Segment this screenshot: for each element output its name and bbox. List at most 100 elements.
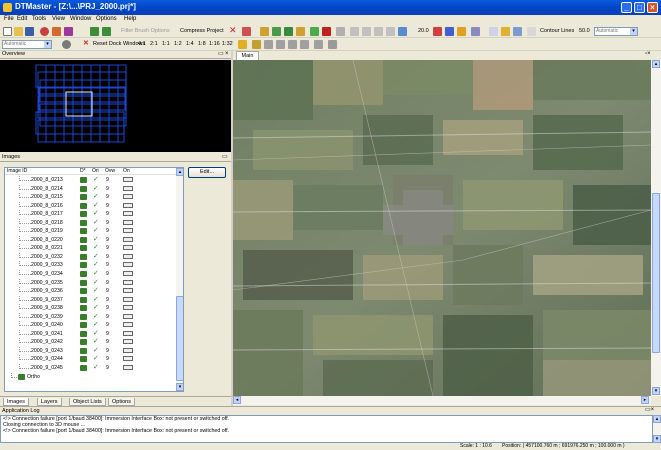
- image-row[interactable]: 2000_8_0220 ✓ 9: [5, 235, 176, 245]
- camera-toggle-icon[interactable]: [123, 339, 133, 345]
- image-row[interactable]: 2000_9_0234 ✓ 9: [5, 270, 176, 279]
- camera-toggle-icon[interactable]: [123, 262, 133, 268]
- magnet-icon[interactable]: [322, 27, 331, 36]
- maximize-button[interactable]: □: [634, 2, 645, 13]
- checkmark-icon[interactable]: ✓: [93, 176, 99, 184]
- col-d[interactable]: D*: [80, 168, 86, 174]
- image-row[interactable]: 2000_9_0238 ✓ 9: [5, 304, 176, 313]
- checkmark-icon[interactable]: ✓: [93, 227, 99, 235]
- checkmark-icon[interactable]: ✓: [93, 193, 99, 201]
- camera-toggle-icon[interactable]: [123, 322, 133, 328]
- camera-toggle-icon[interactable]: [123, 211, 133, 217]
- line-icon[interactable]: [350, 27, 359, 36]
- zoom-window-icon[interactable]: [276, 40, 285, 49]
- overview-canvas[interactable]: [0, 60, 231, 152]
- image-row[interactable]: 2000_8_0221 ✓ 9: [5, 244, 176, 253]
- checkmark-icon[interactable]: ✓: [93, 210, 99, 218]
- checkmark-icon[interactable]: ✓: [93, 355, 99, 363]
- checkmark-icon[interactable]: ✓: [93, 364, 99, 372]
- image-row[interactable]: 2000_9_0245 ✓ 9: [5, 364, 176, 373]
- scale-4-1[interactable]: 4:1: [138, 41, 146, 47]
- menu-options[interactable]: Options: [96, 16, 117, 22]
- menu-window[interactable]: Window: [70, 16, 91, 22]
- camera-toggle-icon[interactable]: [123, 347, 133, 353]
- save-icon[interactable]: [25, 27, 34, 36]
- orthophoto-view[interactable]: [233, 60, 651, 396]
- image-list[interactable]: Image ID D* Ori Ovw On 2000_8_0213 ✓ 9 2000…: [4, 167, 184, 392]
- camera-toggle-icon[interactable]: [123, 219, 133, 225]
- brush-icon[interactable]: [64, 27, 73, 36]
- scale-2-1[interactable]: 2:1: [150, 41, 158, 47]
- grid-icon[interactable]: [242, 27, 251, 36]
- edit-button[interactable]: Edit...: [188, 167, 226, 178]
- camera-toggle-icon[interactable]: [123, 202, 133, 208]
- camera-toggle-icon[interactable]: [123, 228, 133, 234]
- checkmark-icon[interactable]: ✓: [93, 347, 99, 355]
- image-row[interactable]: 2000_9_0235 ✓ 9: [5, 278, 176, 288]
- checkmark-icon[interactable]: ✓: [93, 202, 99, 210]
- vertex-icon[interactable]: [398, 27, 407, 36]
- camera-toggle-icon[interactable]: [123, 236, 133, 242]
- image-row[interactable]: 2000_9_0232 ✓ 9: [5, 252, 176, 262]
- image-row[interactable]: 2000_8_0213 ✓ 9: [5, 176, 176, 185]
- polyline-icon[interactable]: [362, 27, 371, 36]
- image-row[interactable]: 2000_9_0236 ✓ 9: [5, 287, 176, 296]
- float-icon[interactable]: ▭: [218, 51, 224, 58]
- zoom-fit-icon[interactable]: [288, 40, 297, 49]
- image-row[interactable]: 2000_8_0218 ✓ 9: [5, 218, 176, 228]
- zoom-prev-icon[interactable]: [300, 40, 309, 49]
- image-row[interactable]: 2000_9_0240 ✓ 9: [5, 321, 176, 330]
- scroll-thumb[interactable]: [176, 296, 183, 381]
- view-restore-icon[interactable]: ▫×: [645, 51, 651, 58]
- close-panel-icon[interactable]: ▭×: [645, 407, 654, 414]
- measure-icon[interactable]: [386, 27, 395, 36]
- tab-images[interactable]: Images: [3, 398, 30, 406]
- close-button[interactable]: ×: [647, 2, 658, 13]
- image-row[interactable]: 2000_9_0237 ✓ 9: [5, 295, 176, 305]
- filter-brush-options-button[interactable]: Filter Brush Options: [121, 28, 170, 34]
- scroll-down-icon[interactable]: ▾: [652, 387, 660, 395]
- camera-toggle-icon[interactable]: [123, 245, 133, 251]
- redo-icon[interactable]: [52, 27, 61, 36]
- break-line-icon[interactable]: [374, 27, 383, 36]
- image-row[interactable]: 2000_8_0219 ✓ 9: [5, 227, 176, 236]
- image-row[interactable]: 2000_9_0243 ✓ 9: [5, 346, 176, 356]
- scale-1-16[interactable]: 1:16: [209, 41, 220, 47]
- ortho-node[interactable]: Ortho: [5, 372, 176, 382]
- ruler-icon[interactable]: [336, 27, 345, 36]
- map-scroll-track[interactable]: [651, 69, 661, 387]
- scale-1-8[interactable]: 1:8: [198, 41, 206, 47]
- tree-icon[interactable]: [272, 27, 281, 36]
- scroll-up-icon[interactable]: ▴: [176, 168, 183, 176]
- scale-1-1[interactable]: 1:1: [162, 41, 170, 47]
- zoom-out-icon[interactable]: [264, 40, 273, 49]
- application-log[interactable]: <!> Connection failure [port 1/baud 3840…: [0, 415, 653, 443]
- contour-icon[interactable]: [527, 27, 536, 36]
- menu-help[interactable]: Help: [124, 16, 136, 22]
- camera-toggle-icon[interactable]: [123, 356, 133, 362]
- camera-toggle-icon[interactable]: [123, 330, 133, 336]
- zoom-in-icon[interactable]: [252, 40, 261, 49]
- checkmark-icon[interactable]: ✓: [93, 304, 99, 312]
- color-blue-icon[interactable]: [445, 27, 454, 36]
- delete-icon[interactable]: ✕: [229, 25, 237, 36]
- scale-1-32[interactable]: 1:32: [222, 41, 233, 47]
- layer-green-icon[interactable]: [310, 27, 319, 36]
- tab-layers[interactable]: Layers: [37, 398, 62, 406]
- view-3d-icon[interactable]: [314, 40, 323, 49]
- camera-toggle-icon[interactable]: [123, 279, 133, 285]
- image-row[interactable]: 2000_8_0214 ✓ 9: [5, 184, 176, 194]
- open-folder-icon[interactable]: [14, 27, 23, 36]
- image-row[interactable]: 2000_9_0244 ✓ 9: [5, 355, 176, 364]
- camera-toggle-icon[interactable]: [123, 296, 133, 302]
- scroll-up-icon[interactable]: ▴: [652, 60, 660, 68]
- help-pointer-icon[interactable]: [62, 40, 71, 49]
- col-image-id[interactable]: Image ID: [7, 168, 27, 174]
- scroll-up-icon[interactable]: ▴: [653, 415, 661, 423]
- camera-toggle-icon[interactable]: [123, 305, 133, 311]
- menu-edit[interactable]: Edit: [17, 16, 27, 22]
- checkmark-icon[interactable]: ✓: [93, 279, 99, 287]
- camera-toggle-icon[interactable]: [123, 194, 133, 200]
- menu-file[interactable]: File: [4, 16, 14, 22]
- color-yellow-icon[interactable]: [457, 27, 466, 36]
